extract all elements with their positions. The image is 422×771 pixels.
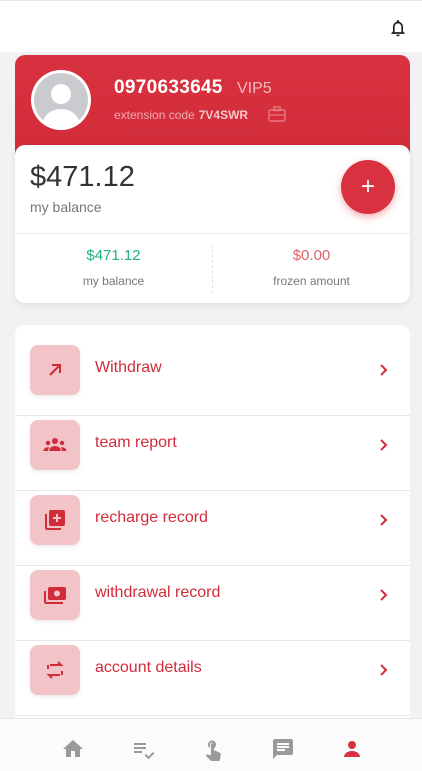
list-check-icon[interactable] bbox=[131, 737, 155, 761]
avatar[interactable] bbox=[31, 70, 91, 130]
account-phone: 0970633645 bbox=[114, 77, 223, 98]
vip-level: VIP5 bbox=[237, 80, 272, 97]
group-icon bbox=[43, 438, 67, 451]
chevron-right-icon bbox=[380, 589, 388, 601]
balance-card: $471.12 my balance + $471.12 my balance … bbox=[15, 145, 410, 303]
chevron-right-icon bbox=[380, 664, 388, 676]
touch-icon[interactable] bbox=[201, 737, 225, 761]
menu-item-label: account details bbox=[95, 659, 202, 676]
menu-list: Withdraw team report recharge record wit… bbox=[15, 325, 410, 771]
chevron-right-icon bbox=[380, 364, 388, 376]
menu-icon-box bbox=[30, 645, 80, 695]
money-stack-icon bbox=[44, 587, 66, 604]
stat-label: frozen amount bbox=[273, 274, 350, 288]
arrow-up-right-icon bbox=[49, 364, 61, 376]
menu-item-withdraw[interactable]: Withdraw bbox=[15, 341, 410, 416]
add-funds-button[interactable]: + bbox=[341, 160, 395, 214]
balance-label: my balance bbox=[30, 199, 102, 215]
stat-value: $471.12 bbox=[86, 247, 141, 264]
divider bbox=[15, 233, 410, 234]
stat-my-balance: $471.12 my balance bbox=[15, 247, 212, 288]
menu-icon-box bbox=[30, 570, 80, 620]
chevron-right-icon bbox=[380, 514, 388, 526]
top-bar bbox=[0, 0, 422, 52]
person-icon[interactable] bbox=[340, 737, 364, 761]
menu-icon-box bbox=[30, 345, 80, 395]
extension-code-value: 7V4SWR bbox=[198, 108, 249, 122]
extension-code: extension code 7V4SWR bbox=[114, 108, 248, 122]
home-icon[interactable] bbox=[61, 737, 85, 761]
stat-value: $0.00 bbox=[292, 247, 331, 264]
menu-icon-box bbox=[30, 420, 80, 470]
menu-icon-box bbox=[30, 495, 80, 545]
user-avatar-icon bbox=[34, 73, 88, 127]
bottom-tab-bar bbox=[0, 718, 422, 771]
extension-label: extension code bbox=[114, 108, 195, 122]
stat-frozen-amount: $0.00 frozen amount bbox=[213, 247, 410, 288]
swap-icon bbox=[46, 661, 64, 679]
menu-item-label: withdrawal record bbox=[95, 584, 221, 601]
chat-icon[interactable] bbox=[271, 737, 295, 761]
library-add-icon bbox=[45, 510, 65, 530]
menu-item-account-details[interactable]: account details bbox=[15, 641, 410, 716]
chevron-right-icon bbox=[380, 439, 388, 451]
menu-item-recharge-record[interactable]: recharge record bbox=[15, 491, 410, 566]
menu-item-withdrawal-record[interactable]: withdrawal record bbox=[15, 566, 410, 641]
balance-amount: $471.12 bbox=[30, 161, 135, 193]
menu-item-team-report[interactable]: team report bbox=[15, 416, 410, 491]
menu-item-label: Withdraw bbox=[95, 359, 162, 376]
copy-icon[interactable] bbox=[268, 106, 286, 122]
menu-item-label: team report bbox=[95, 434, 177, 451]
bell-icon[interactable] bbox=[388, 17, 408, 39]
menu-item-label: recharge record bbox=[95, 509, 208, 526]
stat-label: my balance bbox=[82, 274, 145, 288]
